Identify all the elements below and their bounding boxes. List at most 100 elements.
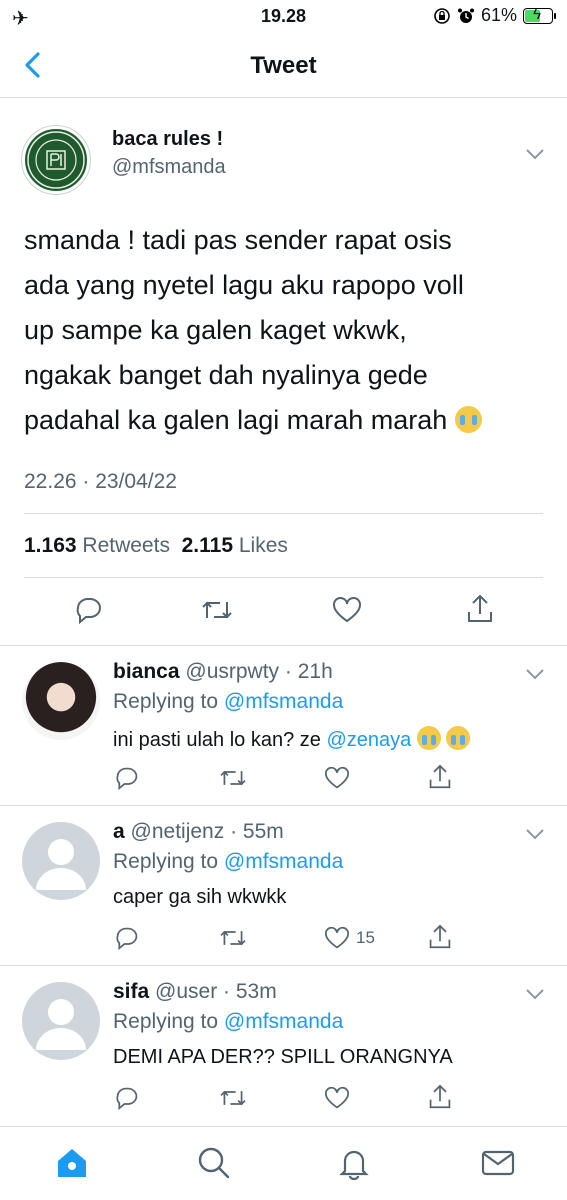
chevron-down-icon[interactable] [525,988,545,1000]
replying-to-link[interactable]: @mfsmanda [224,1010,343,1033]
header: Tweet [0,34,567,98]
reply-tweet[interactable]: bianca @usrpwty · 21h Replying to @mfsma… [0,646,567,806]
reply-button[interactable] [114,766,140,790]
avatar[interactable] [22,982,100,1060]
like-icon [333,597,361,623]
tweet-line-last: padahal ka galen lagi marah marah [24,398,554,443]
tweet-line: smanda ! tadi pas sender rapat osis [24,225,452,255]
search-icon[interactable] [196,1145,232,1181]
school-logo [27,131,85,189]
reply-header: sifa @user · 53m [113,980,277,1004]
page-title: Tweet [250,52,317,79]
mention-link[interactable]: @zenaya [326,729,411,751]
retweet-icon [220,1090,246,1106]
replying-label: Replying to [113,690,219,713]
replying-label: Replying to [113,1010,219,1033]
battery-icon: ϟ [523,5,556,24]
tweet-line: up sampe ka galen kaget wkwk, [24,315,407,345]
reply-text: ini pasti ulah lo kan? ze @zenaya [113,726,471,752]
retweets-count[interactable]: 1.163 [24,534,77,557]
retweet-icon [220,770,246,786]
crying-emoji-icon [454,406,482,433]
replying-to-link[interactable]: @mfsmanda [224,690,343,713]
share-icon [429,1084,451,1109]
reply-icon [116,767,138,790]
reply-handle[interactable]: @netijenz [131,820,225,843]
retweet-button[interactable] [218,766,248,790]
avatar[interactable] [22,822,100,900]
reply-button[interactable] [114,926,140,950]
battery-percent: 61% [480,5,517,25]
chevron-down-icon[interactable] [525,828,545,840]
tweet-timestamp: 22.26 · 23/04/22 [24,470,177,493]
user-handle[interactable]: @mfsmanda [112,156,226,179]
tweet-line: ngakak banget dah nyalinya gede [24,360,428,390]
reply-name[interactable]: sifa [113,980,149,1003]
reply-header: a @netijenz · 55m [113,820,284,844]
reply-time: · 21h [284,660,333,683]
default-avatar-icon [36,999,86,1050]
share-button[interactable] [428,764,452,790]
like-button[interactable] [324,766,350,790]
reply-icon [116,927,138,950]
status-bar: ✈ 19.28 61% ϟ [0,0,567,34]
reply-button[interactable] [74,596,104,624]
like-count: 15 [356,928,375,947]
avatar[interactable] [22,662,100,740]
like-button[interactable]: 15 [324,926,375,950]
chevron-down-icon[interactable] [525,668,545,680]
tweet-stats: 1.163 Retweets 2.115 Likes [24,534,288,558]
tweet-text: smanda ! tadi pas sender rapat osis ada … [24,218,554,443]
reply-text: DEMI APA DER?? SPILL ORANGNYA [113,1046,453,1068]
replying-to-link[interactable]: @mfsmanda [224,850,343,873]
replying-to: Replying to @mfsmanda [113,850,343,874]
retweet-button[interactable] [218,926,248,950]
tweet-line: padahal ka galen lagi marah marah [24,405,448,435]
replying-label: Replying to [113,850,219,873]
retweet-button[interactable] [200,596,234,624]
reply-time: · 53m [223,980,277,1003]
reply-body: ini pasti ulah lo kan? ze [113,729,321,751]
charging-icon: ϟ [533,5,541,23]
share-button[interactable] [428,924,452,950]
like-icon [325,766,349,789]
like-button[interactable] [332,596,362,624]
reply-name[interactable]: a [113,820,125,843]
main-tweet: baca rules ! @mfsmanda smanda ! tadi pas… [0,98,567,646]
like-button[interactable] [324,1086,350,1110]
display-name[interactable]: baca rules ! [112,128,223,151]
status-right: 61% ϟ [433,5,556,26]
share-icon [429,764,451,789]
replying-to: Replying to @mfsmanda [113,690,343,714]
home-icon[interactable] [54,1145,90,1181]
reply-handle[interactable]: @user [155,980,217,1003]
account-avatar[interactable] [22,126,90,194]
retweet-button[interactable] [218,1086,248,1110]
retweets-label[interactable]: Retweets [82,534,170,557]
reply-time: · 55m [230,820,284,843]
reply-tweet[interactable]: a @netijenz · 55m Replying to @mfsmanda … [0,806,567,966]
share-button[interactable] [466,594,494,624]
tweet-line: ada yang nyetel lagu aku rapopo voll [24,270,464,300]
reply-name[interactable]: bianca [113,660,180,683]
chevron-down-icon[interactable] [525,148,545,160]
tab-bar [0,1126,567,1200]
like-icon [325,926,349,949]
likes-count[interactable]: 2.115 [182,534,233,557]
share-button[interactable] [428,1084,452,1110]
replying-to: Replying to @mfsmanda [113,1010,343,1034]
likes-label[interactable]: Likes [239,534,288,557]
default-avatar-icon [36,839,86,890]
reply-button[interactable] [114,1086,140,1110]
share-icon [468,594,492,622]
reply-icon [116,1087,138,1110]
reply-handle[interactable]: @usrpwty [185,660,279,683]
reply-tweet[interactable]: sifa @user · 53m Replying to @mfsmanda D… [0,966,567,1126]
reply-text: caper ga sih wkwkk [113,886,287,908]
crying-emoji-icon [416,726,441,750]
messages-icon[interactable] [480,1145,516,1181]
like-icon [325,1086,349,1109]
reply-icon [76,598,101,624]
notifications-icon[interactable] [336,1145,372,1181]
retweet-icon [202,601,232,619]
